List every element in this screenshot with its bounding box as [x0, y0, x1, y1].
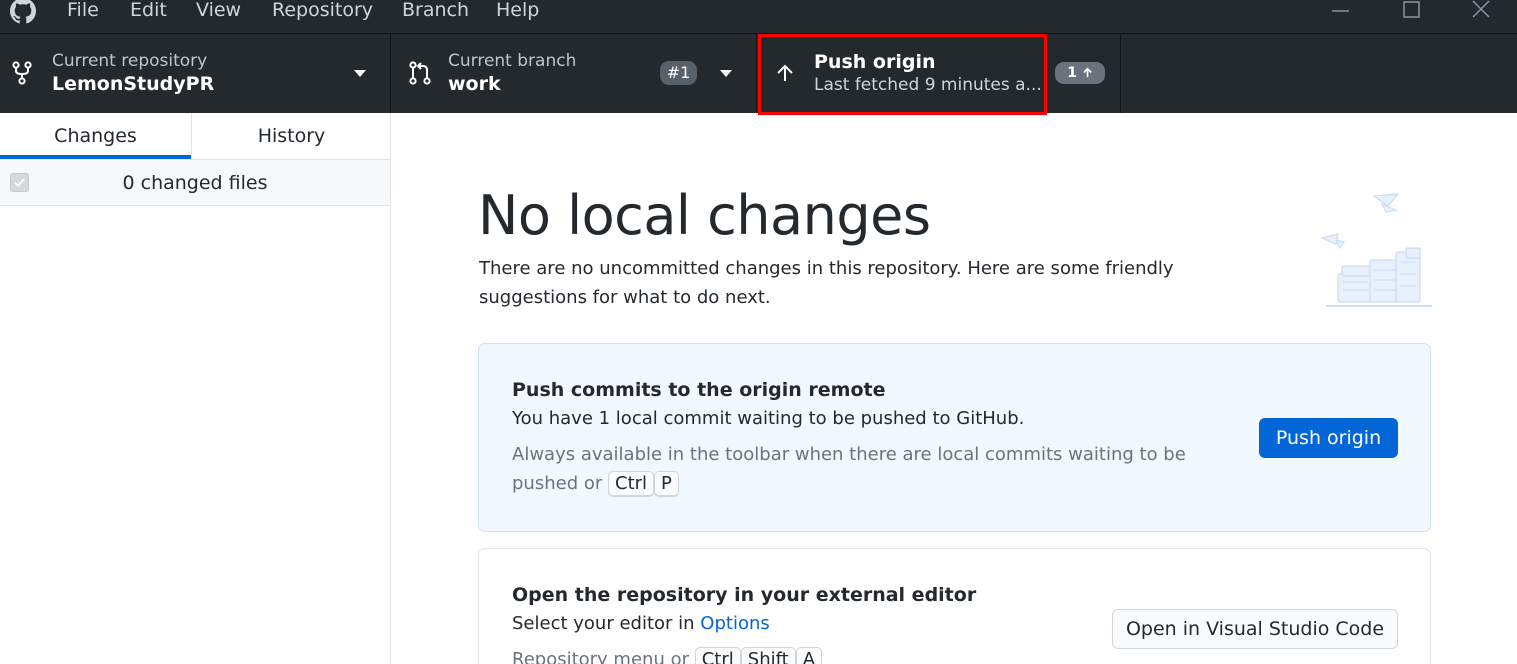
current-branch-label: Current branch [448, 51, 577, 71]
open-editor-card: Open the repository in your external edi… [478, 548, 1431, 664]
github-logo-icon [10, 0, 36, 24]
current-branch-name: work [448, 73, 501, 95]
editor-card-hint-text: Repository menu or [512, 649, 689, 664]
menu-repository[interactable]: Repository [272, 0, 373, 23]
menu-branch[interactable]: Branch [402, 0, 469, 23]
highlight-annotation [758, 34, 1047, 115]
checkmark-icon [14, 178, 25, 188]
changed-files-count: 0 changed files [122, 172, 268, 194]
close-icon[interactable] [1458, 0, 1504, 22]
editor-card-description-text: Select your editor in [512, 613, 695, 634]
push-commits-card: Push commits to the origin remote You ha… [478, 343, 1431, 532]
editor-card-title: Open the repository in your external edi… [512, 584, 977, 606]
current-repository-button[interactable]: Current repository LemonStudyPR [0, 34, 391, 113]
empty-state-illustration-icon [1320, 193, 1432, 307]
title-bar: File Edit View Repository Branch Help [0, 0, 1517, 33]
chevron-down-icon [354, 70, 366, 77]
chevron-down-icon [720, 70, 732, 77]
menu-file[interactable]: File [67, 0, 99, 23]
maximize-icon[interactable] [1388, 0, 1434, 22]
shortcut-key-p: P [654, 471, 679, 497]
open-in-vscode-button[interactable]: Open in Visual Studio Code [1112, 609, 1398, 649]
sidebar: Changes History 0 changed files [0, 113, 391, 664]
push-card-description: You have 1 local commit waiting to be pu… [512, 408, 1025, 429]
git-pull-request-icon [409, 61, 431, 85]
shortcut-key-ctrl: Ctrl [694, 647, 741, 664]
page-description: There are no uncommitted changes in this… [479, 258, 1174, 308]
select-all-checkbox[interactable] [10, 173, 29, 192]
tab-history[interactable]: History [192, 113, 391, 159]
ahead-count: 1 [1067, 65, 1077, 81]
tab-changes[interactable]: Changes [0, 113, 191, 159]
current-repository-label: Current repository [52, 51, 208, 71]
pull-request-badge[interactable]: #1 [660, 61, 697, 85]
editor-card-description: Select your editor in Options [512, 611, 770, 637]
editor-card-hint: Repository menu or Ctrl Shift A [512, 645, 1212, 664]
shortcut-key-shift: Shift [740, 647, 796, 664]
menu-view[interactable]: View [196, 0, 241, 23]
menu-edit[interactable]: Edit [130, 0, 167, 23]
shortcut-key-ctrl: Ctrl [608, 471, 655, 497]
changed-files-header: 0 changed files [0, 160, 390, 206]
arrow-up-icon [1083, 67, 1092, 78]
shortcut-key-a: A [795, 647, 823, 664]
push-origin-card-button[interactable]: Push origin [1259, 418, 1398, 458]
push-card-hint: Always available in the toolbar when the… [512, 440, 1212, 498]
push-card-title: Push commits to the origin remote [512, 379, 886, 401]
current-branch-button[interactable]: Current branch work #1 [391, 34, 757, 113]
minimize-icon[interactable] [1318, 0, 1364, 22]
page-title: No local changes [478, 184, 931, 247]
repo-forked-icon [12, 61, 32, 85]
current-repository-name: LemonStudyPR [52, 73, 215, 95]
ahead-count-badge: 1 [1055, 62, 1105, 84]
menu-help[interactable]: Help [496, 0, 539, 23]
options-link[interactable]: Options [700, 613, 769, 634]
